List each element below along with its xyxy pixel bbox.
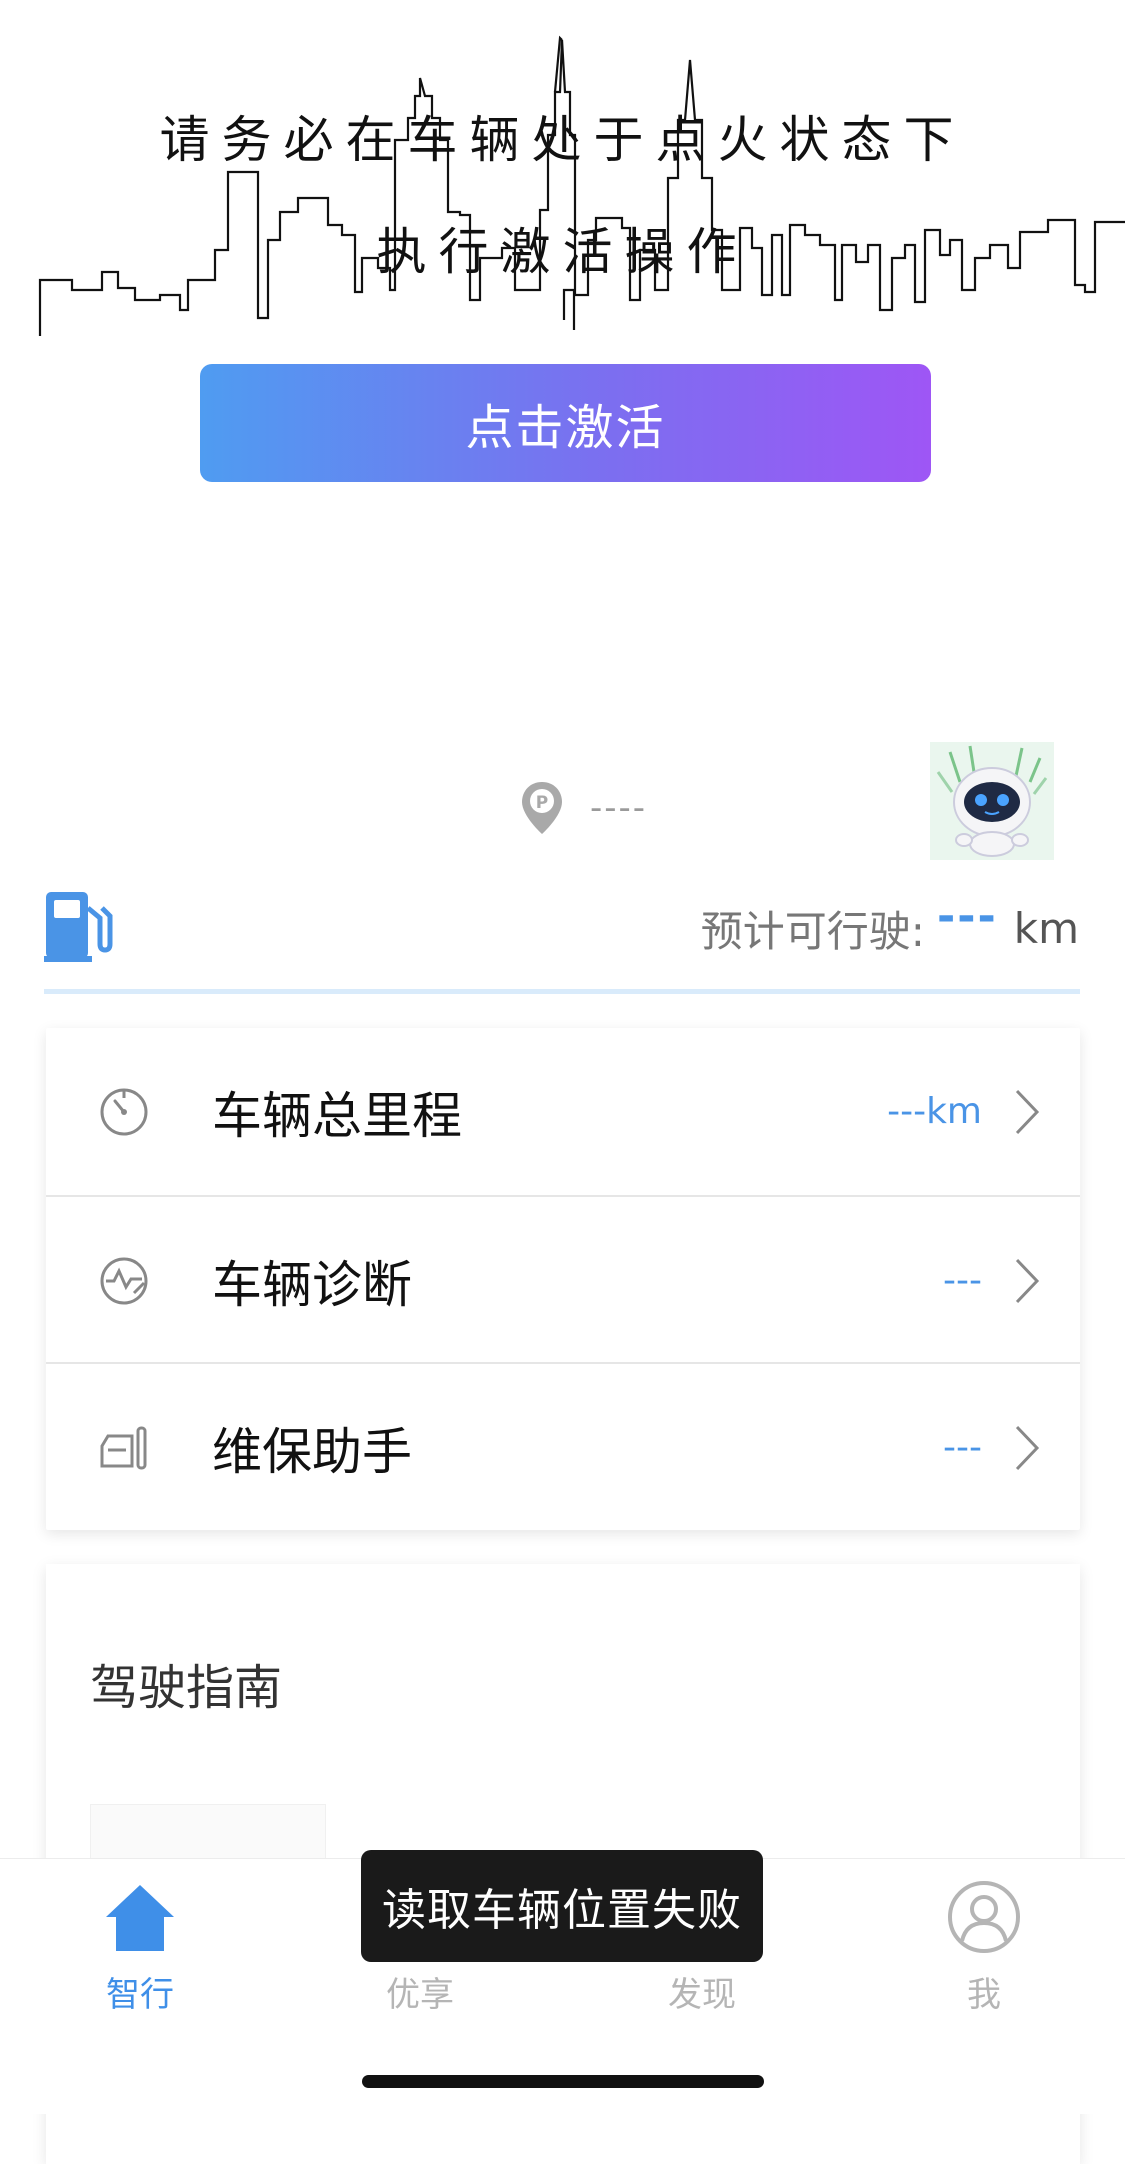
chevron-right-icon xyxy=(1015,1089,1040,1134)
tab-label-wo: 我 xyxy=(967,1975,1001,2015)
activation-instruction-line1: 请务必在车辆处于点火状态下 xyxy=(159,111,966,169)
driving-guide-title: 驾驶指南 xyxy=(90,1660,283,1716)
fuel-level-bar xyxy=(44,989,1080,994)
vehicle-stats-card: 车辆总里程 ---km 车辆诊断 --- 维保助手 --- xyxy=(46,1028,1080,1530)
chevron-right-icon xyxy=(1015,1425,1040,1470)
range-unit: km xyxy=(1013,903,1079,953)
parking-location-text: ---- xyxy=(590,788,648,828)
speedometer-icon xyxy=(100,1088,148,1135)
tab-label-faxian: 发现 xyxy=(668,1975,736,2015)
tab-label-zhixing: 智行 xyxy=(106,1975,174,2015)
home-indicator[interactable] xyxy=(362,2075,764,2088)
toast-message: 读取车辆位置失败 xyxy=(361,1850,763,1962)
fuel-pump-icon xyxy=(44,892,113,962)
chevron-right-icon xyxy=(1015,1258,1040,1303)
stat-row-diagnosis[interactable]: 车辆诊断 --- xyxy=(46,1195,1080,1364)
home-icon xyxy=(106,1885,174,1951)
stat-label-diagnosis: 车辆诊断 xyxy=(212,1255,412,1314)
estimated-range: 预计可行驶: --- km xyxy=(700,891,1079,958)
tab-wo[interactable]: 我 xyxy=(884,1879,1084,2019)
stat-row-maintenance[interactable]: 维保助手 --- xyxy=(46,1362,1080,1531)
profile-icon xyxy=(948,1881,1020,1953)
tab-zhixing[interactable]: 智行 xyxy=(40,1879,240,2019)
parking-location[interactable]: P ---- xyxy=(520,778,647,838)
tab-label-youxiang: 优享 xyxy=(386,1975,454,2015)
range-value: --- xyxy=(936,890,998,942)
diagnosis-icon xyxy=(100,1257,148,1304)
parking-pin-icon: P xyxy=(522,782,562,834)
stat-value-maintenance: --- xyxy=(943,1427,982,1468)
activate-button[interactable]: 点击激活 xyxy=(200,364,931,482)
stat-value-total-mileage: ---km xyxy=(887,1091,982,1132)
stat-value-diagnosis: --- xyxy=(943,1260,982,1301)
activation-instruction-line2: 执行激活操作 xyxy=(376,223,749,281)
stat-label-maintenance: 维保助手 xyxy=(212,1422,412,1481)
maintenance-icon xyxy=(100,1426,147,1469)
range-label: 预计可行驶: xyxy=(700,906,925,956)
assistant-robot-avatar[interactable] xyxy=(930,742,1054,860)
svg-text:P: P xyxy=(536,793,548,813)
stat-row-total-mileage[interactable]: 车辆总里程 ---km xyxy=(46,1028,1080,1195)
stat-label-total-mileage: 车辆总里程 xyxy=(212,1086,462,1145)
